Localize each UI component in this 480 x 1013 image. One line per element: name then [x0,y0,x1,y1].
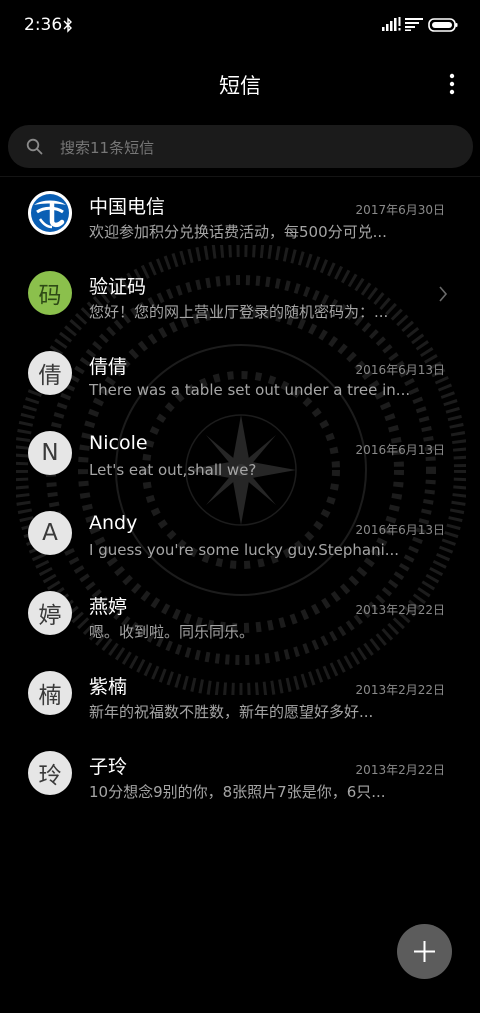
message-date: 2017年6月30日 [355,203,445,217]
new-message-button[interactable] [397,924,452,979]
search-input[interactable] [58,125,442,170]
list-item[interactable]: 码 验证码 您好！您的网上营业厅登录的随机密码为：... [0,258,480,338]
contact-name: 紫楠 [89,676,128,698]
message-preview: 您好！您的网上营业厅登录的随机密码为：... [89,303,389,321]
message-date: 2016年6月13日 [355,523,445,537]
avatar: 倩 [28,351,72,395]
contact-name: Andy [89,512,138,534]
list-item[interactable]: 玲 子玲 2013年2月22日 10分想念9别的你，8张照片7张是你，6只... [0,738,480,818]
message-preview: 新年的祝福数不胜数，新年的愿望好多好... [89,703,374,721]
contact-name: 燕婷 [89,596,128,618]
plus-icon [414,941,435,962]
list-item[interactable]: A Andy 2016年6月13日 I guess you're some lu… [0,498,480,578]
avatar: A [28,511,72,555]
battery-icon [428,18,458,32]
china-telecom-logo-icon [28,191,72,235]
page-title: 短信 [219,74,261,98]
avatar: 婷 [28,591,72,635]
message-preview: I guess you're some lucky guy.Stephani..… [89,541,400,559]
message-date: 2013年2月22日 [355,603,445,617]
message-preview: Let's eat out,shall we? [89,461,257,479]
search-icon [26,138,43,155]
divider [0,176,480,177]
contact-name: Nicole [89,432,148,454]
list-item[interactable]: 中国电信 2017年6月30日 欢迎参加积分兑换话费活动，每500分可兑... [0,178,480,258]
search-bar[interactable] [8,125,473,170]
message-date: 2016年6月13日 [355,363,445,377]
message-date: 2013年2月22日 [355,683,445,697]
avatar: 玲 [28,751,72,795]
bluetooth-icon [63,17,72,33]
wifi-icon [405,18,423,31]
message-preview: 嗯。收到啦。同乐同乐。 [89,623,255,641]
message-date: 2013年2月22日 [355,763,445,777]
status-bar: 2:36 [0,0,480,52]
list-item[interactable]: N Nicole 2016年6月13日 Let's eat out,shall … [0,418,480,498]
status-time: 2:36 [24,15,63,35]
contact-name: 子玲 [89,756,128,778]
list-item[interactable]: 婷 燕婷 2013年2月22日 嗯。收到啦。同乐同乐。 [0,578,480,658]
contact-name: 中国电信 [89,196,166,218]
message-preview: 欢迎参加积分兑换话费活动，每500分可兑... [89,223,387,241]
contact-name: 倩倩 [89,356,128,378]
message-preview: 10分想念9别的你，8张照片7张是你，6只... [89,783,386,801]
list-item[interactable]: 倩 倩倩 2016年6月13日 There was a table set ou… [0,338,480,418]
avatar: N [28,431,72,475]
contact-name: 验证码 [89,276,147,298]
signal-icon [382,17,401,31]
message-date: 2016年6月13日 [355,443,445,457]
avatar: 楠 [28,671,72,715]
list-item[interactable]: 楠 紫楠 2013年2月22日 新年的祝福数不胜数，新年的愿望好多好... [0,658,480,738]
more-options-icon[interactable] [440,70,464,98]
chevron-right-icon [439,286,448,302]
avatar: 码 [28,271,72,315]
message-preview: There was a table set out under a tree i… [89,381,409,399]
